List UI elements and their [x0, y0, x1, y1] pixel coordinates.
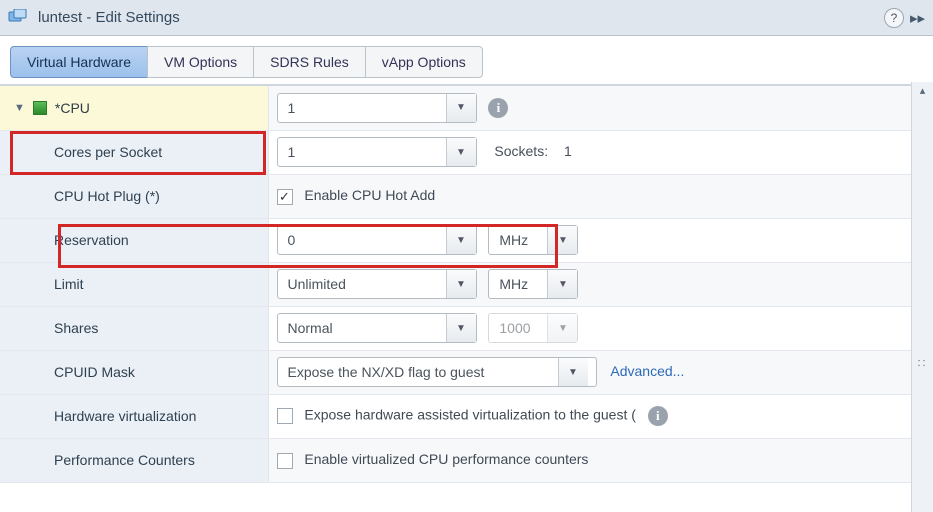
chevron-down-icon[interactable]: ▼ [558, 358, 588, 386]
tab-vm-options[interactable]: VM Options [147, 46, 254, 78]
settings-panel: ▼ *CPU 1 ▼ i Cores per Socket [0, 85, 933, 512]
scroll-up-icon[interactable]: ▴ [912, 84, 933, 97]
shares-number: 1000 [489, 314, 547, 342]
enable-perf-counters-checkbox[interactable] [277, 453, 293, 469]
cpu-section-label: *CPU [55, 100, 90, 116]
limit-unit: MHz [489, 270, 547, 298]
collapse-icon[interactable]: ▼ [14, 102, 25, 114]
cpuid-advanced-link[interactable]: Advanced... [610, 363, 684, 379]
chevron-down-icon[interactable]: ▼ [446, 226, 476, 254]
cores-per-socket-label: Cores per Socket [54, 144, 162, 160]
tab-vapp-options[interactable]: vApp Options [365, 46, 483, 78]
enable-cpu-hot-add-label: Enable CPU Hot Add [304, 187, 435, 203]
info-icon[interactable]: i [488, 98, 508, 118]
cores-per-socket-combo[interactable]: 1 ▼ [277, 137, 477, 167]
reservation-value: 0 [278, 226, 446, 254]
info-icon[interactable]: i [648, 406, 668, 426]
shares-combo[interactable]: Normal ▼ [277, 313, 477, 343]
vm-settings-icon [8, 8, 28, 28]
chevron-down-icon[interactable]: ▼ [547, 226, 577, 254]
chevron-down-icon[interactable]: ▼ [547, 270, 577, 298]
reservation-unit-combo[interactable]: MHz ▼ [488, 225, 578, 255]
cores-per-socket-value: 1 [278, 138, 446, 166]
cpuid-mask-value: Expose the NX/XD flag to guest [278, 358, 558, 386]
reservation-unit: MHz [489, 226, 547, 254]
help-icon[interactable]: ? [884, 8, 904, 28]
chevron-down-icon[interactable]: ▼ [446, 270, 476, 298]
limit-value: Unlimited [278, 270, 446, 298]
reservation-combo[interactable]: 0 ▼ [277, 225, 477, 255]
limit-label: Limit [54, 276, 84, 292]
reservation-label: Reservation [54, 232, 129, 248]
chevron-down-icon[interactable]: ▼ [446, 94, 476, 122]
shares-label: Shares [54, 320, 98, 336]
sockets-value: 1 [564, 143, 572, 159]
cpuid-mask-label: CPUID Mask [54, 364, 135, 380]
enable-perf-counters-label: Enable virtualized CPU performance count… [304, 451, 588, 467]
chevron-down-icon: ▼ [547, 314, 577, 342]
cpu-hot-plug-label: CPU Hot Plug (*) [54, 188, 160, 204]
hardware-virtualization-label: Hardware virtualization [54, 408, 196, 424]
limit-combo[interactable]: Unlimited ▼ [277, 269, 477, 299]
shares-number-combo: 1000 ▼ [488, 313, 578, 343]
shares-value: Normal [278, 314, 446, 342]
tab-sdrs-rules[interactable]: SDRS Rules [253, 46, 366, 78]
resize-grip-icon: :: [912, 357, 933, 369]
chevron-down-icon[interactable]: ▼ [446, 138, 476, 166]
scrollbar[interactable]: ▴ :: [911, 82, 933, 512]
cpu-count-combo[interactable]: 1 ▼ [277, 93, 477, 123]
sockets-label: Sockets: [494, 143, 548, 159]
cpu-count-value: 1 [278, 94, 446, 122]
chevron-down-icon[interactable]: ▼ [446, 314, 476, 342]
cpuid-mask-combo[interactable]: Expose the NX/XD flag to guest ▼ [277, 357, 597, 387]
expose-hw-virtualization-label: Expose hardware assisted virtualization … [304, 407, 636, 423]
enable-cpu-hot-add-checkbox[interactable] [277, 189, 293, 205]
performance-counters-label: Performance Counters [54, 452, 195, 468]
limit-unit-combo[interactable]: MHz ▼ [488, 269, 578, 299]
cpu-icon [33, 101, 47, 115]
expand-icon[interactable]: ▸▸ [910, 9, 925, 27]
window-title: luntest - Edit Settings [38, 9, 180, 26]
cpu-section-header[interactable]: ▼ *CPU [0, 86, 268, 130]
tab-virtual-hardware[interactable]: Virtual Hardware [10, 46, 148, 78]
titlebar: luntest - Edit Settings ? ▸▸ [0, 0, 933, 36]
tabs-bar: Virtual Hardware VM Options SDRS Rules v… [0, 36, 933, 85]
expose-hw-virtualization-checkbox[interactable] [277, 408, 293, 424]
